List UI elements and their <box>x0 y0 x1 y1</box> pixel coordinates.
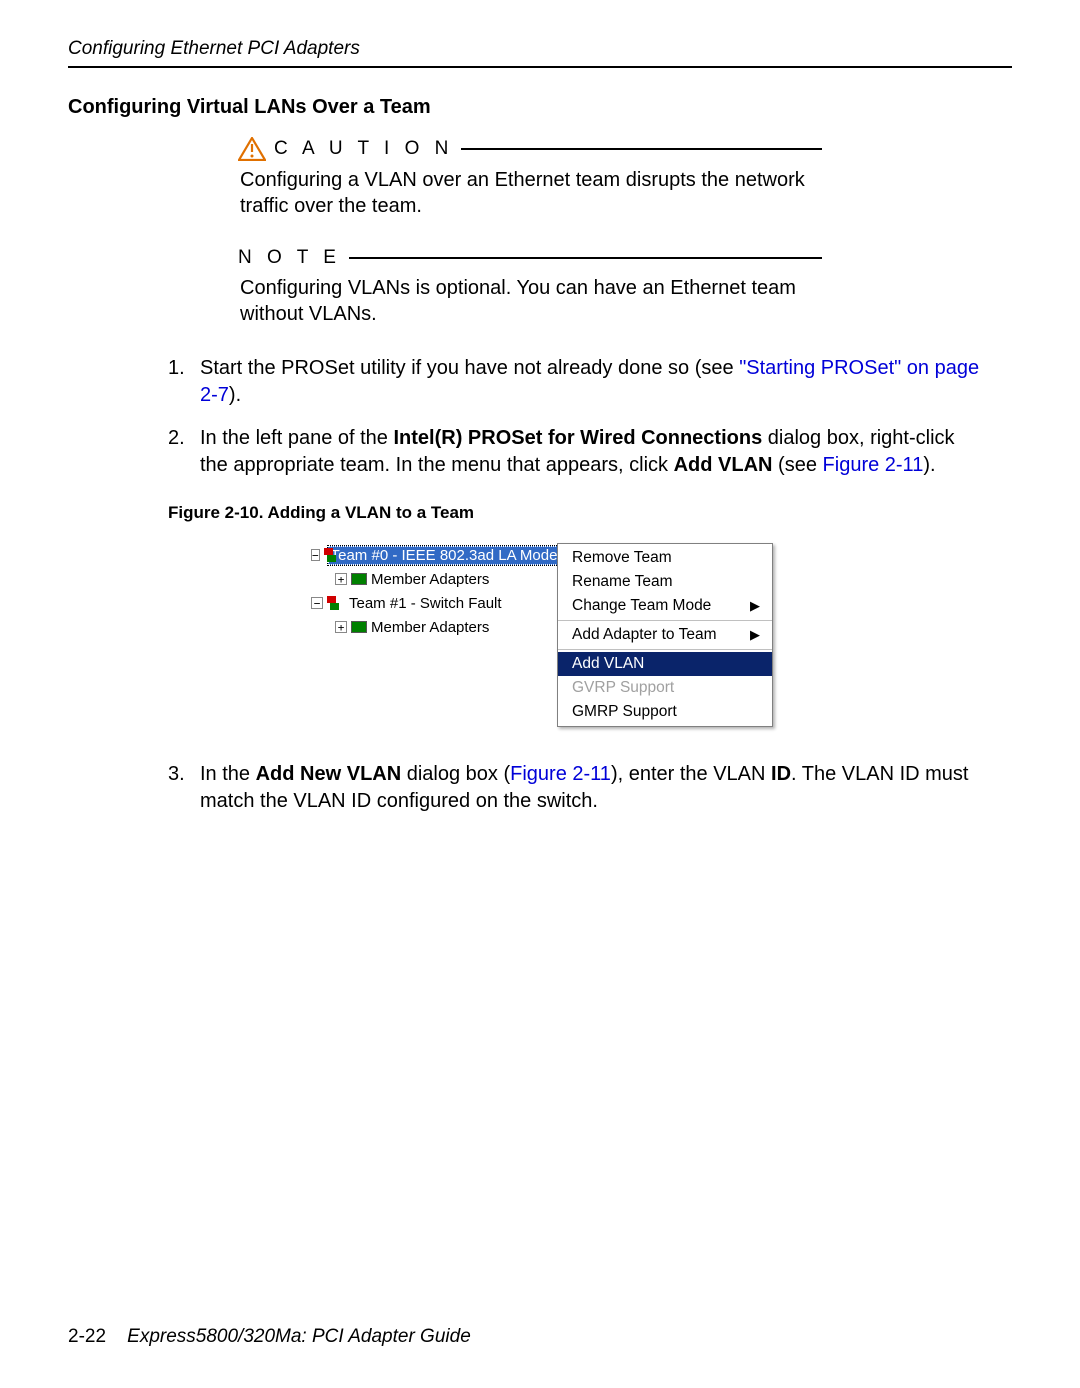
caution-label: C A U T I O N <box>274 138 453 160</box>
menu-remove-team[interactable]: Remove Team <box>558 546 772 570</box>
note-body: Configuring VLANs is optional. You can h… <box>240 275 822 327</box>
step-3: 3. In the Add New VLAN dialog box (Figur… <box>168 761 982 815</box>
tree-item-members0[interactable]: + Member Adapters <box>307 567 557 591</box>
step-body: In the left pane of the Intel(R) PROSet … <box>200 425 982 479</box>
adapter-icon <box>351 621 367 633</box>
collapse-icon[interactable]: − <box>311 549 320 561</box>
caution-header: C A U T I O N <box>238 137 822 161</box>
tree-label: Team #1 - Switch Fault <box>349 595 502 612</box>
menu-label: Add Adapter to Team <box>572 626 716 644</box>
menu-rename-team[interactable]: Rename Team <box>558 570 772 594</box>
text: In the left pane of the <box>200 427 393 449</box>
step-number: 3. <box>168 761 200 815</box>
bold-text: Intel(R) PROSet for Wired Connections <box>393 427 762 449</box>
bold-text: Add VLAN <box>674 454 773 476</box>
menu-gvrp-support: GVRP Support <box>558 676 772 700</box>
note-header: N O T E <box>238 247 822 269</box>
text: (see <box>773 454 823 476</box>
text: ). <box>229 384 241 406</box>
text: Start the PROSet utility if you have not… <box>200 357 739 379</box>
bold-text: Add New VLAN <box>256 763 402 785</box>
bold-text: ID <box>771 763 791 785</box>
section-heading: Configuring Virtual LANs Over a Team <box>68 96 1012 119</box>
text: dialog box ( <box>401 763 510 785</box>
running-header-title: Configuring Ethernet PCI Adapters <box>68 38 1012 66</box>
menu-label: Remove Team <box>572 549 672 567</box>
footer-title: Express5800/320Ma: PCI Adapter Guide <box>127 1326 471 1347</box>
menu-label: Add VLAN <box>572 655 644 673</box>
caution-body: Configuring a VLAN over an Ethernet team… <box>240 167 822 219</box>
menu-group: Remove Team Rename Team Change Team Mode… <box>558 544 772 621</box>
step-2: 2. In the left pane of the Intel(R) PROS… <box>168 425 982 479</box>
steps-list: 1. Start the PROSet utility if you have … <box>168 355 982 479</box>
caution-rule <box>461 148 822 150</box>
tree-item-team1[interactable]: − Team #1 - Switch Fault <box>307 591 557 615</box>
step-number: 2. <box>168 425 200 479</box>
menu-label: GMRP Support <box>572 703 677 721</box>
note-label: N O T E <box>238 247 341 269</box>
step-number: 1. <box>168 355 200 409</box>
submenu-arrow-icon: ▶ <box>750 627 760 643</box>
header-rule <box>68 66 1012 68</box>
note-callout: N O T E Configuring VLANs is optional. Y… <box>238 247 822 327</box>
menu-label: GVRP Support <box>572 679 674 697</box>
text: ), enter the VLAN <box>611 763 771 785</box>
tree-label: Member Adapters <box>371 571 489 588</box>
menu-add-vlan[interactable]: Add VLAN <box>558 652 772 676</box>
caution-icon <box>238 137 266 161</box>
note-rule <box>349 257 822 259</box>
link-figure-2-11[interactable]: Figure 2-11 <box>823 454 924 476</box>
tree-selected-label: Team #0 - IEEE 802.3ad LA Mode <box>328 546 561 565</box>
text: ). <box>923 454 935 476</box>
figure-2-10: − Team #0 - IEEE 802.3ad LA Mode + Membe… <box>68 543 1012 727</box>
tree-item-members1[interactable]: + Member Adapters <box>307 615 557 639</box>
menu-change-team-mode[interactable]: Change Team Mode ▶ <box>558 594 772 618</box>
menu-gmrp-support[interactable]: GMRP Support <box>558 700 772 724</box>
tree-label: Member Adapters <box>371 619 489 636</box>
submenu-arrow-icon: ▶ <box>750 598 760 614</box>
expand-icon[interactable]: + <box>335 621 347 633</box>
context-menu: Remove Team Rename Team Change Team Mode… <box>557 543 773 727</box>
page-footer: 2-22 Express5800/320Ma: PCI Adapter Guid… <box>68 1326 471 1348</box>
text: In the <box>200 763 256 785</box>
tree-pane: − Team #0 - IEEE 802.3ad LA Mode + Membe… <box>307 543 557 727</box>
menu-group: Add VLAN GVRP Support GMRP Support <box>558 650 772 726</box>
caution-callout: C A U T I O N Configuring a VLAN over an… <box>238 137 822 219</box>
steps-list-continued: 3. In the Add New VLAN dialog box (Figur… <box>168 761 982 815</box>
step-1: 1. Start the PROSet utility if you have … <box>168 355 982 409</box>
figure-screenshot: − Team #0 - IEEE 802.3ad LA Mode + Membe… <box>307 543 773 727</box>
link-figure-2-11[interactable]: Figure 2-11 <box>510 763 611 785</box>
page-number: 2-22 <box>68 1326 106 1347</box>
team-icon <box>327 596 345 610</box>
adapter-icon <box>351 573 367 585</box>
menu-add-adapter[interactable]: Add Adapter to Team ▶ <box>558 623 772 647</box>
figure-caption: Figure 2-10. Adding a VLAN to a Team <box>168 503 1012 523</box>
tree-item-team0[interactable]: − Team #0 - IEEE 802.3ad LA Mode <box>307 543 557 567</box>
expand-icon[interactable]: + <box>335 573 347 585</box>
page-header: Configuring Ethernet PCI Adapters <box>68 38 1012 68</box>
step-body: In the Add New VLAN dialog box (Figure 2… <box>200 761 982 815</box>
menu-label: Change Team Mode <box>572 597 711 615</box>
menu-group: Add Adapter to Team ▶ <box>558 621 772 650</box>
menu-label: Rename Team <box>572 573 673 591</box>
collapse-icon[interactable]: − <box>311 597 323 609</box>
step-body: Start the PROSet utility if you have not… <box>200 355 982 409</box>
